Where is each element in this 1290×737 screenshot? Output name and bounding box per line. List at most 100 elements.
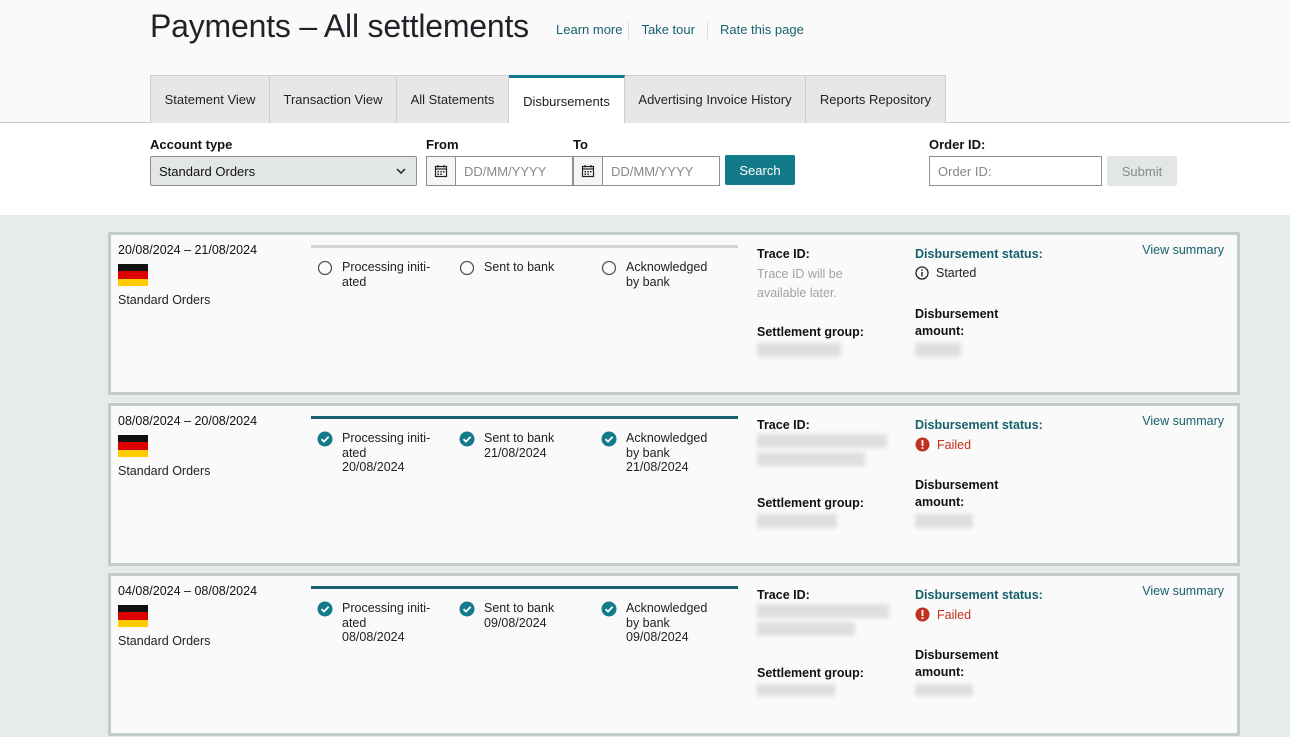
step-acknowledged: Acknowledged by bank	[601, 260, 726, 289]
page-title: Payments – All settlements	[150, 8, 529, 44]
tab-disbursements[interactable]: Disbursements	[509, 75, 625, 124]
redacted-value	[757, 514, 837, 528]
account-type-select[interactable]: Standard Orders	[150, 156, 417, 186]
disbursement-amount-label: Disbursement amount:	[915, 648, 999, 679]
step-label: Acknowledged by bank	[626, 260, 708, 289]
redacted-value	[757, 684, 835, 696]
step-label: Sent to bank	[484, 260, 555, 274]
settlement-group-label: Settlement group:	[757, 496, 864, 510]
redacted-value	[915, 514, 973, 528]
to-date-input[interactable]: DD/MM/YYYY	[603, 157, 701, 185]
redacted-value	[757, 622, 855, 636]
page-header: Payments – All settlements Learn more Ta…	[0, 0, 1290, 124]
disbursement-amount-label: Disbursement amount:	[915, 307, 999, 338]
search-button[interactable]: Search	[725, 155, 795, 185]
order-type: Standard Orders	[118, 293, 211, 307]
status-text: Failed	[937, 607, 972, 622]
view-summary-link[interactable]: View summary	[1142, 414, 1224, 428]
step-date: 21/08/2024	[626, 460, 689, 474]
settlement-period: 04/08/2024 – 08/08/2024	[118, 584, 258, 598]
status-value: Started	[915, 266, 976, 280]
info-icon	[915, 266, 929, 280]
order-type: Standard Orders	[118, 634, 211, 648]
tab-reports-repository[interactable]: Reports Repository	[806, 75, 946, 123]
tab-bar: Statement View Transaction View All Stat…	[150, 75, 946, 124]
disbursement-status-label: Disbursement status:	[915, 247, 1043, 261]
to-label: To	[573, 137, 588, 152]
account-type-label: Account type	[150, 137, 233, 152]
redacted-value	[757, 343, 841, 357]
calendar-icon[interactable]	[574, 157, 603, 185]
tab-statement-view[interactable]: Statement View	[150, 75, 270, 123]
disbursement-amount-label: Disbursement amount:	[915, 478, 999, 509]
empty-circle-icon	[317, 260, 333, 276]
tab-transaction-view[interactable]: Transaction View	[270, 75, 397, 123]
germany-flag-icon	[118, 264, 148, 286]
order-id-input[interactable]: Order ID:	[929, 156, 1102, 186]
error-icon	[915, 437, 930, 452]
germany-flag-icon	[118, 435, 148, 457]
disbursement-card: 20/08/2024 – 21/08/2024 Standard Orders …	[108, 232, 1240, 395]
trace-id-label: Trace ID:	[757, 247, 810, 261]
filter-bar: Account type Standard Orders From DD/MM/…	[0, 123, 1290, 215]
redacted-value	[915, 684, 973, 696]
step-acknowledged: Acknowledged by bank 21/08/2024	[601, 431, 726, 475]
tab-all-statements[interactable]: All Statements	[397, 75, 509, 123]
to-date-field[interactable]: DD/MM/YYYY	[573, 156, 720, 186]
from-date-input[interactable]: DD/MM/YYYY	[456, 157, 554, 185]
view-summary-link[interactable]: View summary	[1142, 243, 1224, 257]
calendar-icon[interactable]	[427, 157, 456, 185]
check-circle-icon	[459, 601, 475, 617]
step-sent-to-bank: Sent to bank 09/08/2024	[459, 601, 584, 630]
redacted-value	[757, 452, 865, 466]
step-acknowledged: Acknowledged by bank 09/08/2024	[601, 601, 726, 645]
step-processing: Processing initi- ated	[317, 260, 442, 289]
step-label: Processing initi- ated	[342, 601, 431, 630]
help-links: Learn more Take tour Rate this page	[550, 21, 810, 39]
disbursement-card: 04/08/2024 – 08/08/2024 Standard Orders …	[108, 573, 1240, 736]
step-label: Processing initi- ated	[342, 260, 431, 289]
check-circle-icon	[317, 431, 333, 447]
empty-circle-icon	[459, 260, 475, 276]
from-date-field[interactable]: DD/MM/YYYY	[426, 156, 573, 186]
progress-bar	[311, 416, 738, 419]
step-date: 20/08/2024	[342, 460, 405, 474]
status-value: Failed	[915, 437, 971, 452]
trace-id-note: Trace ID will be available later.	[757, 267, 843, 300]
tab-advertising-invoice-history[interactable]: Advertising Invoice History	[625, 75, 806, 123]
from-label: From	[426, 137, 459, 152]
step-label: Processing initi- ated	[342, 431, 431, 460]
settlement-group-label: Settlement group:	[757, 325, 864, 339]
status-value: Failed	[915, 607, 971, 622]
settlement-group-label: Settlement group:	[757, 666, 864, 680]
step-processing: Processing initi- ated 08/08/2024	[317, 601, 442, 645]
progress-bar	[311, 245, 738, 248]
trace-id-label: Trace ID:	[757, 418, 810, 432]
submit-button[interactable]: Submit	[1107, 156, 1177, 186]
take-tour-link[interactable]: Take tour	[629, 21, 708, 39]
step-sent-to-bank: Sent to bank	[459, 260, 584, 276]
chevron-down-icon	[396, 168, 406, 175]
disbursement-status-label: Disbursement status:	[915, 588, 1043, 602]
account-type-value: Standard Orders	[159, 164, 256, 179]
learn-more-link[interactable]: Learn more	[550, 21, 630, 39]
disbursement-status-label: Disbursement status:	[915, 418, 1043, 432]
step-label: Acknowledged by bank	[626, 431, 708, 460]
settlement-period: 20/08/2024 – 21/08/2024	[118, 243, 258, 257]
redacted-value	[757, 434, 887, 448]
step-label: Acknowledged by bank	[626, 601, 708, 630]
status-text: Started	[936, 266, 977, 280]
step-label: Sent to bank	[484, 431, 555, 445]
redacted-value	[915, 343, 961, 357]
empty-circle-icon	[601, 260, 617, 276]
rate-page-link[interactable]: Rate this page	[708, 21, 810, 39]
order-id-label: Order ID:	[929, 137, 986, 152]
status-text: Failed	[937, 437, 972, 452]
step-date: 09/08/2024	[484, 615, 547, 630]
step-label: Sent to bank	[484, 601, 555, 615]
check-circle-icon	[317, 601, 333, 617]
redacted-value	[757, 604, 889, 618]
disbursements-list: 20/08/2024 – 21/08/2024 Standard Orders …	[0, 215, 1290, 737]
view-summary-link[interactable]: View summary	[1142, 584, 1224, 598]
step-date: 08/08/2024	[342, 630, 405, 644]
